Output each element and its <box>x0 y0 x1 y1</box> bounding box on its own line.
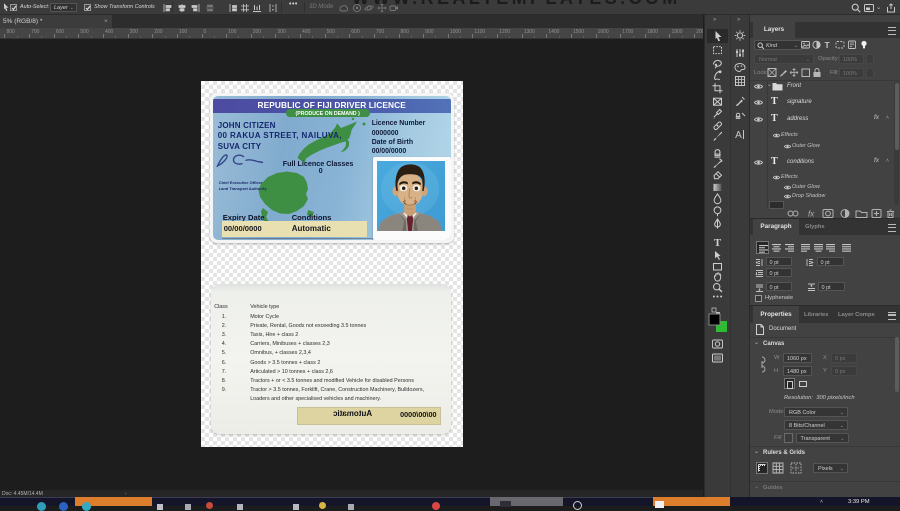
svg-text:T: T <box>825 40 831 50</box>
svg-text:T: T <box>714 237 722 249</box>
svg-text:A: A <box>735 130 742 141</box>
